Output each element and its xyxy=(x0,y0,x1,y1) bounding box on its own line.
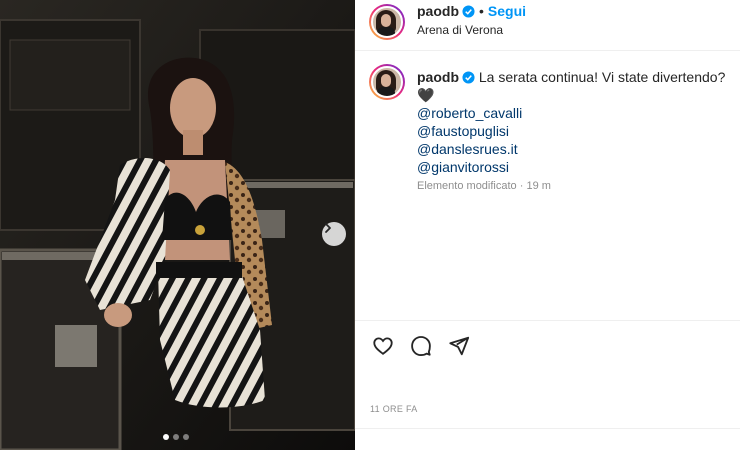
avatar[interactable] xyxy=(369,4,405,40)
location-link[interactable]: Arena di Verona xyxy=(417,23,503,37)
chevron-right-icon xyxy=(325,223,331,233)
mentions-list: @roberto_cavalli @faustopuglisi @dansles… xyxy=(417,104,522,176)
mention-link[interactable]: @roberto_cavalli xyxy=(417,104,522,122)
follow-button[interactable]: Segui xyxy=(488,3,526,19)
paper-plane-icon xyxy=(449,336,470,356)
like-button[interactable] xyxy=(372,335,394,362)
carousel-indicator xyxy=(163,434,189,440)
verified-badge-icon xyxy=(462,71,475,84)
header-separator: • xyxy=(479,3,484,19)
carousel-dot xyxy=(183,434,189,440)
comment-divider xyxy=(355,428,740,429)
caption-username[interactable]: paodb xyxy=(417,69,459,85)
post-header: paodb • Segui Arena di Verona xyxy=(355,0,740,51)
mention-link[interactable]: @gianvitorossi xyxy=(417,158,522,176)
caption-meta: Elemento modificato · 19 m xyxy=(417,180,551,192)
share-button[interactable] xyxy=(448,335,470,362)
carousel-dot xyxy=(173,434,179,440)
caption-age[interactable]: 19 m xyxy=(526,180,550,192)
verified-badge-icon xyxy=(462,5,475,18)
caption-avatar[interactable] xyxy=(369,64,405,100)
meta-separator: · xyxy=(519,180,524,192)
post-details-panel: paodb • Segui Arena di Verona paodb La ser… xyxy=(355,0,740,450)
header-user-row: paodb • Segui xyxy=(417,3,526,21)
post-timestamp[interactable]: 11 ORE FA xyxy=(370,404,418,414)
carousel-dot xyxy=(163,434,169,440)
edited-label: Elemento modificato xyxy=(417,180,517,192)
comment-icon xyxy=(411,336,431,356)
mention-link[interactable]: @faustopuglisi xyxy=(417,122,522,140)
heart-icon xyxy=(373,337,393,355)
username-link[interactable]: paodb xyxy=(417,3,459,19)
post-photo[interactable] xyxy=(0,0,355,450)
caption: paodb La serata continua! Vi state diver… xyxy=(417,68,727,104)
carousel-next-button[interactable] xyxy=(322,222,346,246)
photo-illustration xyxy=(0,0,355,450)
mention-link[interactable]: @danslesrues.it xyxy=(417,140,522,158)
actions-divider xyxy=(355,320,740,321)
comment-button[interactable] xyxy=(410,335,432,362)
